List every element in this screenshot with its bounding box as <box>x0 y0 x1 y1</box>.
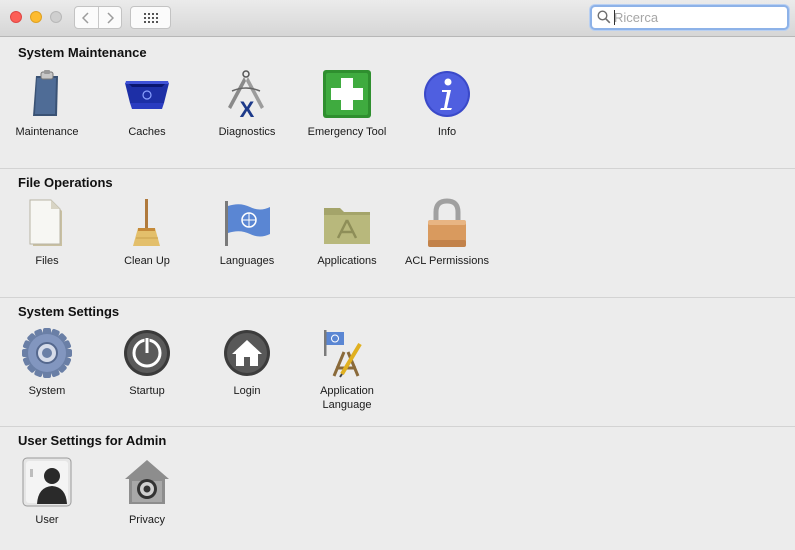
chevron-right-icon <box>107 11 114 24</box>
bin-icon <box>125 81 169 109</box>
pane-label-line: Language <box>322 399 372 411</box>
section-user-settings: User Settings for Admin User Privacy <box>0 426 795 550</box>
zoom-window-button[interactable] <box>50 11 62 23</box>
section-system-settings: System Settings System Startup Login App… <box>0 297 795 426</box>
pane-label: System <box>28 385 66 397</box>
search-icon <box>597 10 611 24</box>
show-all-button[interactable] <box>130 6 171 29</box>
first-aid-icon <box>323 70 371 118</box>
pane-label: Languages <box>219 255 275 267</box>
svg-text:X: X <box>240 97 255 119</box>
pane-label-line: Application <box>320 385 374 397</box>
pane-label: User <box>35 514 59 526</box>
section-title: System Settings <box>18 304 120 319</box>
section-title: User Settings for Admin <box>18 433 167 448</box>
broom-icon <box>133 199 160 246</box>
applications-folder-icon <box>324 208 370 244</box>
pane-label: Files <box>35 255 59 267</box>
user-silhouette-icon <box>22 457 72 507</box>
pane-label: Login <box>233 385 261 397</box>
pane-label: Application Language <box>297 384 397 412</box>
power-icon <box>124 330 170 376</box>
pane-label: Startup <box>129 385 165 397</box>
document-icon <box>29 199 62 246</box>
padlock-icon <box>428 198 466 247</box>
section-title: System Maintenance <box>18 45 147 60</box>
forward-button[interactable] <box>97 7 122 28</box>
info-icon <box>424 71 470 117</box>
close-window-button[interactable] <box>10 11 22 23</box>
search-field[interactable] <box>590 5 789 30</box>
section-system-maintenance: System Maintenance Maintenance Caches X … <box>0 39 795 167</box>
app-language-icon <box>324 330 362 378</box>
section-file-operations: File Operations Files Clean Up Languages <box>0 168 795 297</box>
pane-label: Info <box>437 126 457 138</box>
pane-label: Emergency Tool <box>307 126 387 138</box>
window-toolbar <box>0 0 795 37</box>
pane-label: Clean Up <box>124 255 170 267</box>
pane-label: ACL Permissions <box>405 255 489 267</box>
back-forward-group <box>74 6 122 29</box>
minimize-window-button[interactable] <box>30 11 42 23</box>
home-icon <box>224 330 270 376</box>
search-input[interactable] <box>614 8 782 27</box>
back-button[interactable] <box>75 7 98 28</box>
clipboard-icon <box>33 70 58 116</box>
text-caret <box>614 10 615 25</box>
pane-label: Caches <box>128 126 166 138</box>
chevron-left-icon <box>82 11 89 24</box>
grid-icon <box>143 12 158 23</box>
un-flag-icon <box>225 201 270 246</box>
pane-label: Applications <box>317 255 377 267</box>
caliper-icon: X <box>228 70 264 119</box>
gear-icon <box>22 328 72 378</box>
pane-label: Diagnostics <box>218 126 276 138</box>
section-title: File Operations <box>18 175 113 190</box>
pane-label: Maintenance <box>15 126 79 138</box>
privacy-house-icon <box>125 460 169 504</box>
pane-label: Privacy <box>128 514 166 526</box>
